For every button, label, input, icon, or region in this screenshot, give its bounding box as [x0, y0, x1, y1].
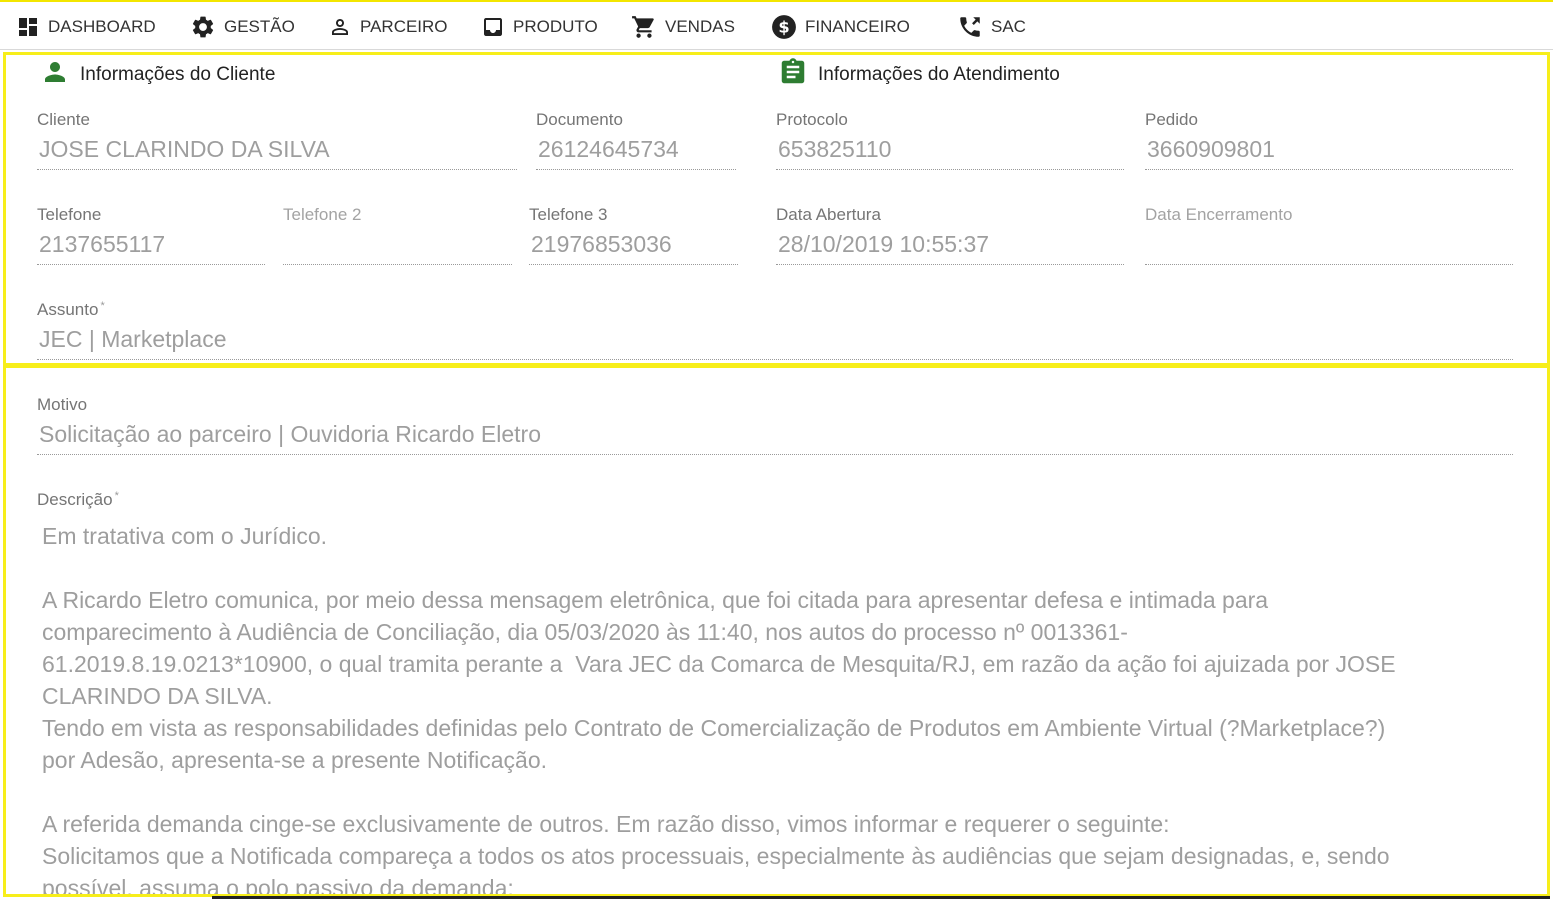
nav-label: SAC — [991, 17, 1026, 36]
telefone2-field[interactable]: Telefone 2 — [283, 205, 512, 267]
motivo-field[interactable]: Motivo Solicitação ao parceiro | Ouvidor… — [37, 395, 1513, 457]
field-label: Protocolo — [776, 110, 848, 129]
nav-item-vendas[interactable]: VENDAS — [631, 14, 735, 40]
field-label: Telefone 2 — [283, 205, 362, 224]
protocolo-field[interactable]: Protocolo 653825110 — [776, 110, 1124, 172]
field-label-text: Descrição — [37, 490, 113, 509]
pedido-field[interactable]: Pedido 3660909801 — [1145, 110, 1513, 172]
field-label: Telefone — [37, 205, 102, 224]
required-marker: * — [114, 490, 119, 502]
dashboard-icon — [16, 15, 40, 39]
service-section-header: Informações do Atendimento — [778, 57, 1060, 93]
documento-input[interactable]: 26124645734 — [536, 136, 736, 170]
nav-label: FINANCEIRO — [805, 17, 910, 36]
info-panel: Informações do Cliente Informações do At… — [3, 52, 1550, 366]
details-panel: Motivo Solicitação ao parceiro | Ouvidor… — [3, 365, 1550, 897]
inbox-icon — [481, 15, 505, 39]
phone-icon — [957, 14, 983, 40]
field-label: Data Abertura — [776, 205, 881, 224]
svg-text:$: $ — [778, 17, 789, 36]
person-icon — [328, 15, 352, 39]
cliente-input[interactable]: JOSE CLARINDO DA SILVA — [37, 136, 517, 170]
nav-label: PRODUTO — [513, 17, 598, 36]
client-section-header: Informações do Cliente — [40, 57, 275, 93]
nav-item-parceiro[interactable]: PARCEIRO — [328, 14, 448, 40]
nav-item-produto[interactable]: PRODUTO — [481, 14, 598, 40]
gear-icon — [190, 14, 216, 40]
dollar-icon: $ — [771, 14, 797, 40]
descricao-label-wrap: Descrição * — [37, 490, 1513, 516]
data-abertura-input[interactable]: 28/10/2019 10:55:37 — [776, 231, 1124, 265]
motivo-select[interactable]: Solicitação ao parceiro | Ouvidoria Rica… — [37, 421, 1513, 455]
field-label: Descrição * — [37, 490, 119, 510]
nav-item-dashboard[interactable]: DASHBOARD — [16, 14, 156, 40]
field-label: Assunto * — [37, 300, 105, 320]
telefone-field[interactable]: Telefone 2137655117 — [37, 205, 265, 267]
documento-field[interactable]: Documento 26124645734 — [536, 110, 736, 172]
nav-item-gestao[interactable]: GESTÃO — [190, 14, 295, 40]
field-label: Pedido — [1145, 110, 1198, 129]
data-encerramento-field[interactable]: Data Encerramento — [1145, 205, 1513, 267]
pedido-input[interactable]: 3660909801 — [1145, 136, 1513, 170]
field-label: Documento — [536, 110, 623, 129]
cart-icon — [631, 14, 657, 40]
cliente-field[interactable]: Cliente JOSE CLARINDO DA SILVA — [37, 110, 517, 172]
field-label: Data Encerramento — [1145, 205, 1293, 224]
nav-label: DASHBOARD — [48, 17, 156, 36]
person-icon — [40, 57, 70, 93]
field-label: Cliente — [37, 110, 90, 129]
section-title: Informações do Cliente — [80, 64, 276, 85]
nav-label: VENDAS — [665, 17, 735, 36]
data-abertura-field[interactable]: Data Abertura 28/10/2019 10:55:37 — [776, 205, 1124, 267]
telefone-input[interactable]: 2137655117 — [37, 231, 265, 265]
required-marker: * — [100, 300, 105, 312]
protocolo-input[interactable]: 653825110 — [776, 136, 1124, 170]
telefone3-input[interactable]: 21976853036 — [529, 231, 738, 265]
telefone3-field[interactable]: Telefone 3 21976853036 — [529, 205, 738, 267]
nav-label: PARCEIRO — [360, 17, 448, 36]
descricao-textarea[interactable]: Em tratativa com o Jurídico. A Ricardo E… — [42, 520, 1522, 894]
field-label: Telefone 3 — [529, 205, 608, 224]
assunto-field[interactable]: Assunto * JEC | Marketplace — [37, 300, 1513, 362]
assignment-icon — [778, 57, 808, 93]
nav-label: GESTÃO — [224, 17, 295, 36]
telefone2-input[interactable] — [283, 231, 512, 265]
top-navigation: DASHBOARD GESTÃO PARCEIRO PRODUTO VENDAS… — [0, 0, 1553, 50]
nav-item-financeiro[interactable]: $ FINANCEIRO — [771, 14, 910, 40]
nav-item-sac[interactable]: SAC — [957, 14, 1026, 40]
assunto-select[interactable]: JEC | Marketplace — [37, 326, 1513, 360]
data-encerramento-input[interactable] — [1145, 231, 1513, 265]
field-label: Motivo — [37, 395, 88, 414]
section-title: Informações do Atendimento — [818, 64, 1060, 85]
field-label-text: Assunto — [37, 300, 99, 319]
